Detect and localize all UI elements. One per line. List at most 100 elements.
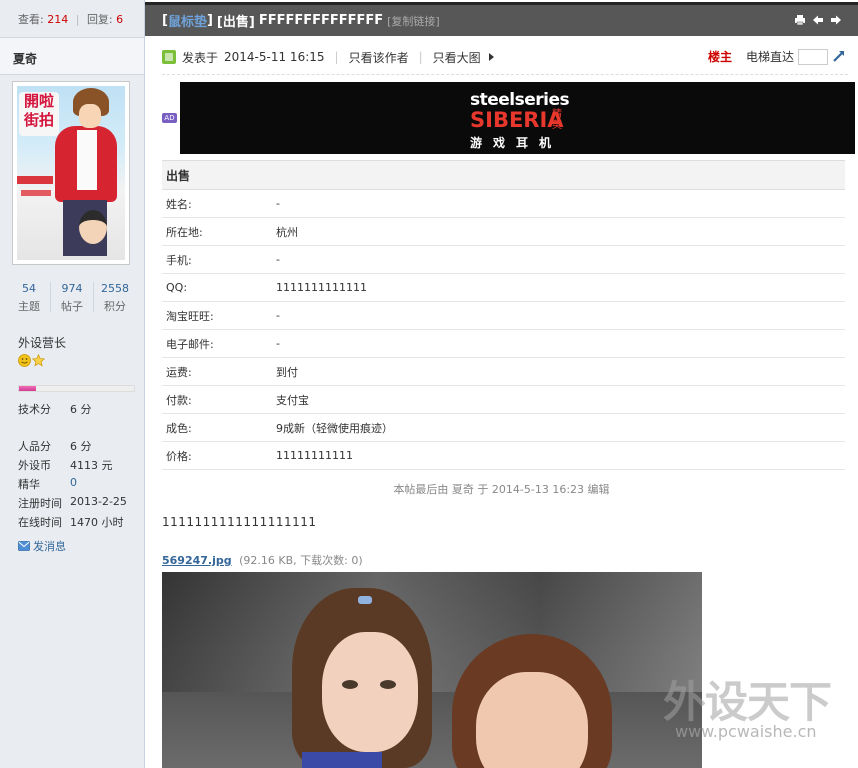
edit-note: 本帖最后由 夏奇 于 2014-5-13 16:23 编辑	[393, 483, 610, 496]
send-message-label: 发消息	[33, 540, 66, 553]
table-row: 价格: 11111111111	[162, 441, 845, 470]
photo-girl-eye	[380, 680, 396, 689]
arrow-right-icon[interactable]	[488, 53, 494, 61]
field-key: 付款:	[162, 385, 272, 414]
star-icon	[32, 354, 45, 367]
table-row: QQ: 1111111111111	[162, 273, 845, 302]
avatar-figure-face	[79, 104, 101, 128]
field-value: -	[272, 245, 845, 274]
meta-divider: |	[334, 50, 339, 64]
attachment-photo[interactable]	[162, 572, 702, 768]
field-value: -	[272, 189, 845, 218]
ad-banner[interactable]: steelseries SIBERIA 精英 游戏耳机	[180, 82, 855, 154]
send-message-link[interactable]: 发消息	[18, 538, 66, 554]
info-value: 4113 元	[70, 459, 113, 472]
stat-posts[interactable]: 974 帖子	[51, 282, 94, 313]
floor-jump-label: 电梯直达	[745, 50, 794, 64]
field-value: 支付宝	[272, 385, 845, 414]
photo-girl-face	[322, 632, 418, 752]
posted-time: 2014-5-11 16:15	[224, 50, 325, 64]
field-key: 姓名:	[162, 189, 272, 218]
ad-product: SIBERIA	[470, 108, 564, 132]
stat-credits[interactable]: 2558 积分	[94, 282, 136, 313]
floor-jump-input[interactable]	[798, 48, 828, 65]
info-register-date: 注册时间 2013-2-25	[18, 495, 127, 511]
attachment-filename-link[interactable]: 569247.jpg	[162, 554, 232, 567]
author-name[interactable]: 夏奇	[13, 52, 37, 66]
table-row: 运费: 到付	[162, 357, 845, 386]
copy-link-button[interactable]: [复制链接]	[387, 13, 440, 29]
field-key: 手机:	[162, 245, 272, 274]
avatar-image: 開啦 街拍	[17, 86, 125, 260]
info-value: 1470 小时	[70, 516, 124, 529]
info-character-score: 人品分 6 分	[18, 438, 92, 454]
info-key: 注册时间	[18, 497, 62, 510]
author-sidebar: 查看: 214 | 回复: 6 夏奇 開啦 街拍 54 主题 974 帖子 25…	[0, 0, 145, 768]
field-key: 电子邮件:	[162, 329, 272, 358]
info-key: 人品分	[18, 440, 51, 453]
floor-host-label: 楼主	[707, 50, 732, 64]
info-key: 技术分	[18, 403, 51, 416]
user-rank-title: 外设营长	[18, 336, 67, 350]
ad-badge: AD	[162, 113, 177, 123]
thread-title: FFFFFFFFFFFFFF	[258, 13, 384, 28]
photo-girl-eye	[342, 680, 358, 689]
stat-label: 主题	[18, 300, 40, 313]
views-count: 214	[47, 13, 69, 26]
info-tech-score: 技术分 6 分	[18, 401, 92, 417]
only-images-link[interactable]: 只看大图	[433, 49, 481, 66]
stat-value: 2558	[101, 282, 129, 295]
print-icon[interactable]	[794, 14, 806, 26]
field-key: QQ:	[162, 273, 272, 302]
previous-thread-icon[interactable]	[812, 14, 824, 26]
photo-hair-clip	[358, 596, 372, 604]
ad-product-sub: 精英	[552, 109, 562, 131]
stat-threads[interactable]: 54 主题	[8, 282, 51, 313]
info-value[interactable]: 0	[70, 476, 77, 492]
rank-icons	[18, 354, 45, 367]
next-thread-icon[interactable]	[830, 14, 842, 26]
info-digest: 精华 0	[18, 476, 77, 492]
field-value: 1111111111111	[272, 273, 845, 302]
table-header-row: 出售	[162, 160, 845, 190]
title-bracket: ]	[206, 13, 213, 28]
photo-girl-shirt	[302, 752, 382, 768]
floor-jump-go-icon[interactable]	[832, 49, 848, 65]
field-value: 11111111111	[272, 441, 845, 470]
only-author-link[interactable]: 只看该作者	[349, 49, 409, 66]
post-icon	[162, 50, 176, 64]
replies-count: 6	[116, 13, 124, 26]
post-main: [鼠标垫] [出售] FFFFFFFFFFFFFF [复制链接] 发表于 201…	[145, 0, 858, 768]
author-name-row: 夏奇	[0, 37, 144, 75]
replies-label: 回复:	[86, 13, 113, 26]
rank-progress-bar	[18, 385, 135, 392]
stat-value: 54	[22, 282, 36, 295]
field-key: 成色:	[162, 413, 272, 442]
ad-subtitle: 游戏耳机	[470, 136, 563, 150]
photo-background	[162, 572, 702, 692]
table-header: 出售	[162, 160, 845, 190]
attachment-meta: (92.16 KB, 下载次数: 0)	[239, 554, 363, 567]
sale-info-table: 出售 姓名: - 所在地: 杭州 手机: - QQ: 1111111111111 淘宝旺…	[162, 160, 845, 470]
field-key: 运费:	[162, 357, 272, 386]
info-value: 6 分	[70, 440, 92, 453]
thread-title-bar: [鼠标垫] [出售] FFFFFFFFFFFFFF [复制链接]	[145, 2, 858, 36]
post-body-text: 1111111111111111111	[162, 515, 317, 529]
field-value: 9成新（轻微使用痕迹）	[272, 413, 845, 442]
info-key: 精华	[18, 478, 40, 491]
posted-label: 发表于	[182, 50, 219, 65]
stat-label: 帖子	[61, 300, 83, 313]
info-key: 在线时间	[18, 516, 62, 529]
meta-divider-line	[162, 74, 848, 75]
envelope-icon	[18, 541, 30, 551]
avatar-decoration	[21, 190, 51, 196]
thread-category-link[interactable]: 鼠标垫	[168, 11, 207, 30]
rank-progress-fill	[19, 386, 37, 391]
avatar-decoration	[17, 176, 53, 184]
info-value: 6 分	[70, 403, 92, 416]
field-value: -	[272, 329, 845, 358]
table-row: 所在地: 杭州	[162, 217, 845, 246]
floor-info: 楼主 电梯直达	[708, 48, 848, 65]
field-value: 杭州	[272, 217, 845, 246]
avatar[interactable]: 開啦 街拍	[12, 81, 130, 265]
